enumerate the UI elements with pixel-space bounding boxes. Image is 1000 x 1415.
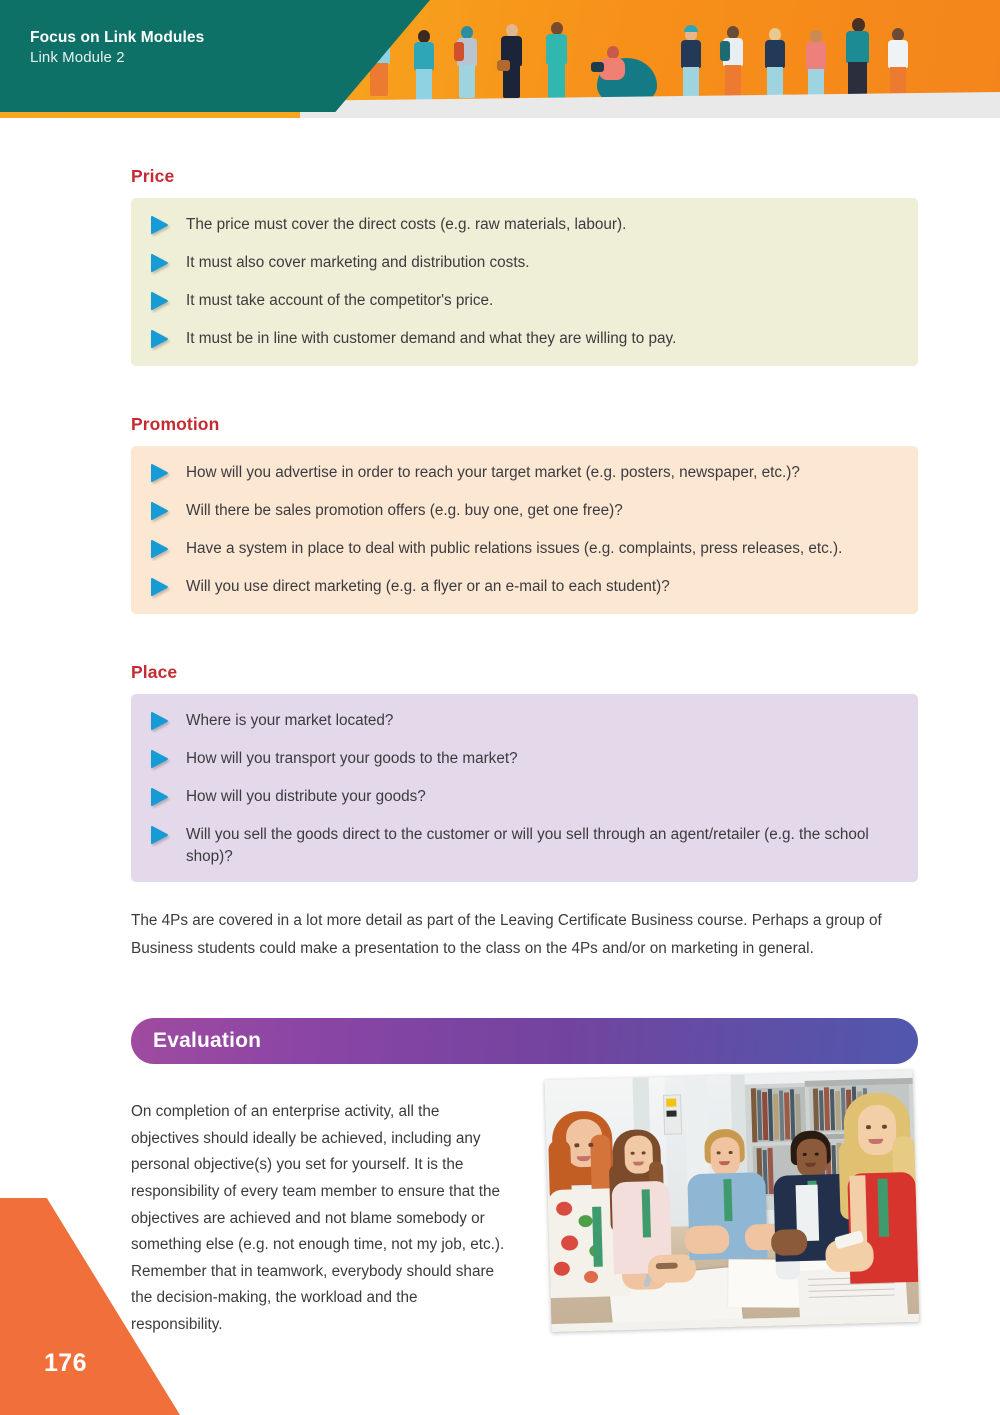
list-item-text: Will you sell the goods direct to the cu… xyxy=(186,826,869,865)
evaluation-photo-wrapper xyxy=(544,1069,920,1335)
triangle-arrow-icon xyxy=(149,252,171,275)
page-content: Price The price must cover the direct co… xyxy=(0,118,1000,1333)
section-promotion: Promotion How will you advertise in orde… xyxy=(0,414,1000,614)
triangle-arrow-icon xyxy=(149,710,171,733)
list-item: Will you use direct marketing (e.g. a fl… xyxy=(149,575,900,599)
list-item-text: It must take account of the competitor's… xyxy=(186,292,494,309)
list-item: Will there be sales promotion offers (e.… xyxy=(149,499,900,523)
triangle-arrow-icon xyxy=(149,500,171,523)
students-around-table-in-library-photo xyxy=(544,1069,920,1333)
evaluation-title: Evaluation xyxy=(153,1028,262,1052)
list-item-text: It must be in line with customer demand … xyxy=(186,330,677,347)
list-item-text: Where is your market located? xyxy=(186,712,394,729)
bullet-box-promotion: How will you advertise in order to reach… xyxy=(131,446,918,614)
list-item-text: The price must cover the direct costs (e… xyxy=(186,216,627,233)
list-item-text: Will there be sales promotion offers (e.… xyxy=(186,502,623,519)
triangle-arrow-icon xyxy=(149,538,171,561)
triangle-arrow-icon xyxy=(149,576,171,599)
triangle-arrow-icon xyxy=(149,462,171,485)
banner-subtitle: Link Module 2 xyxy=(30,48,125,66)
list-item: It must also cover marketing and distrib… xyxy=(149,251,900,275)
list-item: How will you distribute your goods? xyxy=(149,785,900,809)
section-price: Price The price must cover the direct co… xyxy=(0,166,1000,366)
list-item-text: Will you use direct marketing (e.g. a fl… xyxy=(186,578,670,595)
triangle-arrow-icon xyxy=(149,748,171,771)
banner-title: Focus on Link Modules xyxy=(30,29,205,46)
section-heading-price: Price xyxy=(131,166,175,186)
page-header-banner: Focus on Link Modules Link Module 2 xyxy=(0,0,1000,118)
triangle-arrow-icon xyxy=(149,214,171,237)
section-heading-place: Place xyxy=(131,662,178,682)
body-paragraph: The 4Ps are covered in a lot more detail… xyxy=(131,912,882,957)
list-item: Have a system in place to deal with publ… xyxy=(149,537,900,561)
triangle-arrow-icon xyxy=(149,824,171,847)
triangle-arrow-icon xyxy=(149,290,171,313)
evaluation-banner: Evaluation xyxy=(131,1017,918,1064)
list-item-text: It must also cover marketing and distrib… xyxy=(186,254,530,271)
bullet-box-place: Where is your market located? How will y… xyxy=(131,694,918,883)
list-item: Where is your market located? xyxy=(149,709,900,733)
list-item: It must take account of the competitor's… xyxy=(149,289,900,313)
list-item-text: How will you transport your goods to the… xyxy=(186,750,518,767)
list-item: How will you transport your goods to the… xyxy=(149,747,900,771)
list-item: It must be in line with customer demand … xyxy=(149,327,900,351)
list-item: How will you advertise in order to reach… xyxy=(149,461,900,485)
list-item-text: Have a system in place to deal with publ… xyxy=(186,540,843,557)
triangle-arrow-icon xyxy=(149,328,171,351)
banner-title-group: Focus on Link Modules Link Module 2 xyxy=(30,28,204,67)
list-item-text: How will you advertise in order to reach… xyxy=(186,464,800,481)
triangle-arrow-icon xyxy=(149,786,171,809)
list-item-text: How will you distribute your goods? xyxy=(186,788,426,805)
section-heading-promotion: Promotion xyxy=(131,414,220,434)
list-item: The price must cover the direct costs (e… xyxy=(149,213,900,237)
section-place: Place Where is your market located? How … xyxy=(0,662,1000,883)
list-item: Will you sell the goods direct to the cu… xyxy=(149,823,900,867)
bullet-box-price: The price must cover the direct costs (e… xyxy=(131,198,918,366)
evaluation-text: On completion of an enterprise activity,… xyxy=(131,1103,505,1334)
page-number: 176 xyxy=(44,1349,87,1377)
